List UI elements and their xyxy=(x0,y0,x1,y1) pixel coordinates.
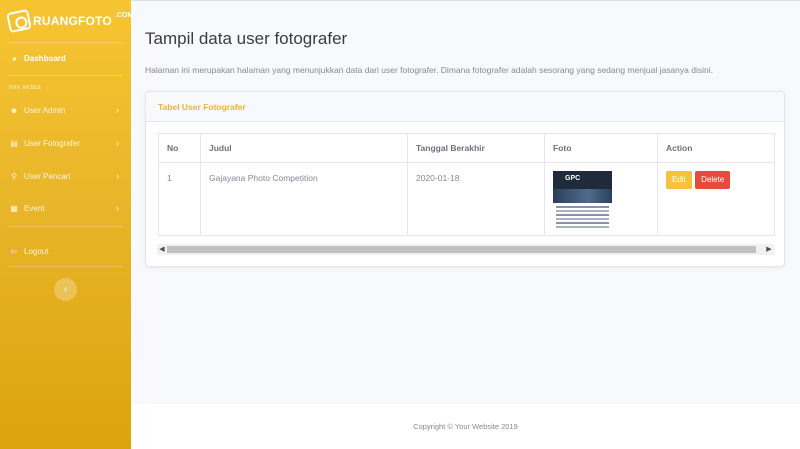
event-photo-thumbnail[interactable]: GPC xyxy=(553,171,612,230)
card-title: Tabel User Fotografer xyxy=(146,92,784,122)
sidebar-item-label: Dashboard xyxy=(24,53,66,63)
brand-suffix: .COM xyxy=(114,11,134,19)
chevron-right-icon: › xyxy=(116,138,119,148)
scrollbar-thumb[interactable] xyxy=(167,246,756,253)
page-title: Tampil data user fotografer xyxy=(145,29,348,48)
table-header-row: No Judul Tanggal Berakhir Foto Action xyxy=(158,133,775,163)
delete-button[interactable]: Delete xyxy=(695,171,731,189)
cell-action: Edit Delete xyxy=(657,162,775,236)
chevron-right-icon: › xyxy=(116,203,119,213)
dashboard-icon: ◕ xyxy=(11,53,17,63)
users-icon: ☻ xyxy=(9,105,19,115)
sidebar-item-user-fotografer[interactable]: ▤ User Fotografer › xyxy=(0,133,131,153)
cell-tanggal: 2020-01-18 xyxy=(407,162,545,236)
column-header[interactable]: Judul xyxy=(200,133,408,163)
cell-no: 1 xyxy=(158,162,201,236)
page-description: Halaman ini merupakan halaman yang menun… xyxy=(145,65,713,75)
edit-button[interactable]: Edit xyxy=(666,171,692,189)
copyright-text: Copyright © Your Website 2019 xyxy=(413,422,518,431)
sidebar-item-label: User Pencari xyxy=(24,171,71,181)
sidebar-item-label: User Admin xyxy=(24,105,66,115)
sidebar-item-label: Logout xyxy=(24,246,49,256)
cell-foto: GPC xyxy=(544,162,658,236)
data-card: Tabel User Fotografer No Judul Tanggal B… xyxy=(145,91,785,267)
brand-name: RUANGFOTO xyxy=(33,14,112,28)
sidebar-item-dashboard[interactable]: ◕ Dashboard xyxy=(0,48,131,68)
sidebar-item-event[interactable]: ▦ Event › xyxy=(0,198,131,218)
sidebar-divider xyxy=(8,75,123,76)
camera-icon xyxy=(6,8,32,34)
scroll-left-icon[interactable]: ◀ xyxy=(157,244,167,255)
column-header[interactable]: Foto xyxy=(544,133,658,163)
column-header[interactable]: No xyxy=(158,133,201,163)
sidebar-divider xyxy=(8,266,123,267)
sidebar-item-label: Event xyxy=(24,203,45,213)
sidebar-item-logout[interactable]: ⇦ Logout xyxy=(0,241,131,261)
id-card-icon: ▤ xyxy=(10,138,18,148)
sidebar-divider xyxy=(8,226,123,227)
column-header[interactable]: Tanggal Berakhir xyxy=(407,133,545,163)
column-header[interactable]: Action xyxy=(657,133,775,163)
footer: Copyright © Your Website 2019 xyxy=(131,404,800,449)
sidebar-heading: HAK AKSES xyxy=(9,85,41,91)
sidebar-item-user-admin[interactable]: ☻ User Admin › xyxy=(0,100,131,120)
chevron-right-icon: › xyxy=(116,171,119,181)
table-row: 1 Gajayana Photo Competition 2020-01-18 … xyxy=(158,162,775,236)
data-table: No Judul Tanggal Berakhir Foto Action 1 … xyxy=(158,133,775,236)
brand-logo[interactable]: RUANGFOTO .COM xyxy=(6,8,134,34)
sidebar-item-user-pencari[interactable]: ⚲ User Pencari › xyxy=(0,166,131,186)
calendar-icon: ▦ xyxy=(10,203,18,213)
chevron-left-icon: ‹ xyxy=(63,284,68,295)
search-icon: ⚲ xyxy=(11,171,17,181)
topbar-border xyxy=(131,0,800,1)
cell-judul: Gajayana Photo Competition xyxy=(200,162,408,236)
scroll-right-icon[interactable]: ▶ xyxy=(764,244,774,255)
chevron-right-icon: › xyxy=(116,105,119,115)
sidebar: RUANGFOTO .COM ◕ Dashboard HAK AKSES ☻ U… xyxy=(0,0,134,449)
sidebar-toggle-button[interactable]: ‹ xyxy=(54,278,77,301)
logout-icon: ⇦ xyxy=(10,246,18,256)
sidebar-divider xyxy=(8,42,123,43)
sidebar-item-label: User Fotografer xyxy=(24,138,81,148)
thumbnail-logo-text: GPC xyxy=(565,175,581,182)
